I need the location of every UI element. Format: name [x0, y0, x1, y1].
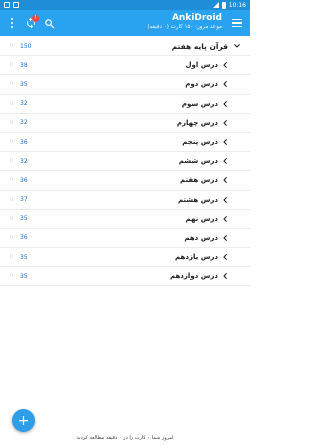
- due-count: 32: [20, 119, 28, 127]
- zero-count: 0: [10, 254, 14, 261]
- due-count: 36: [20, 176, 28, 184]
- zero-count: 0: [10, 273, 14, 280]
- more-options-button[interactable]: [3, 14, 21, 32]
- zero-count: 0: [10, 177, 14, 184]
- zero-count: 0: [10, 119, 14, 126]
- due-count: 32: [20, 100, 28, 108]
- plus-icon: +: [17, 412, 30, 429]
- zero-count: 0: [10, 215, 14, 222]
- deck-row[interactable]: 0 150 قرآن پایه هفتم: [0, 37, 250, 57]
- deck-name: درس پنجم: [182, 138, 218, 147]
- zero-count: 0: [10, 81, 14, 88]
- due-count: 32: [20, 157, 28, 165]
- title-block: AnkiDroid موعد مرور: ۱۵۰ کارت (۰ دقیقه): [147, 13, 222, 30]
- due-count: 150: [20, 42, 32, 50]
- deck-row[interactable]: 0 35 درس یازدهم: [0, 248, 250, 268]
- deck-name: قرآن پایه هفتم: [171, 41, 228, 51]
- status-time: 10:16: [228, 1, 246, 9]
- chevron-down-icon[interactable]: [232, 41, 242, 51]
- due-count: 35: [20, 272, 28, 280]
- deck-name: درس دهم: [184, 233, 218, 242]
- download-icon: [13, 2, 19, 8]
- due-count: 36: [20, 138, 28, 146]
- chevron-left-icon[interactable]: [220, 137, 230, 147]
- signal-icon: [212, 2, 219, 8]
- deck-name: درس یازدهم: [175, 253, 218, 262]
- deck-list: 0 150 قرآن پایه هفتم 0 38 درس اول 0 35 درس دوم 0 3…: [0, 37, 250, 287]
- deck-name: درس ششم: [178, 157, 218, 166]
- deck-row[interactable]: 0 35 درس دوازدهم: [0, 267, 250, 287]
- sync-button[interactable]: !: [22, 14, 40, 32]
- deck-row[interactable]: 0 32 درس چهارم: [0, 114, 250, 133]
- status-bar: 10:16: [0, 0, 250, 10]
- deck-name: درس هشتم: [177, 195, 218, 204]
- due-count: 35: [20, 80, 28, 88]
- deck-name: درس نهم: [185, 214, 218, 223]
- zero-count: 0: [10, 196, 14, 203]
- deck-row[interactable]: 0 36 درس هفتم: [0, 171, 250, 191]
- more-vert-icon: [11, 17, 13, 29]
- chevron-left-icon[interactable]: [220, 195, 230, 205]
- chevron-left-icon[interactable]: [220, 175, 230, 185]
- battery-icon: [221, 1, 226, 9]
- study-summary-footer: امروز شما ۰ کارت را در ۰ دقیقه مطالعه کر…: [76, 435, 174, 441]
- deck-row[interactable]: 0 35 درس نهم: [0, 210, 250, 229]
- deck-name: درس چهارم: [176, 118, 218, 127]
- deck-row[interactable]: 0 35 درس دوم: [0, 75, 250, 95]
- due-count: 36: [20, 234, 28, 242]
- due-count: 38: [20, 61, 28, 69]
- due-count: 35: [20, 215, 28, 223]
- deck-name: درس اول: [185, 61, 218, 70]
- deck-name: درس دوازدهم: [169, 272, 218, 281]
- add-fab-button[interactable]: +: [12, 409, 35, 432]
- app-bar: ! AnkiDroid موعد مرور: ۱۵۰ کارت (۰ دقیقه…: [0, 10, 250, 36]
- due-count: 35: [20, 253, 28, 261]
- chevron-left-icon[interactable]: [220, 79, 230, 89]
- search-button[interactable]: [40, 14, 58, 32]
- chevron-left-icon[interactable]: [220, 60, 230, 70]
- due-count: 37: [20, 196, 28, 204]
- search-icon: [44, 18, 54, 28]
- chevron-left-icon[interactable]: [220, 271, 230, 281]
- zero-count: 0: [10, 100, 14, 107]
- deck-row[interactable]: 0 36 درس دهم: [0, 229, 250, 249]
- app-subtitle: موعد مرور: ۱۵۰ کارت (۰ دقیقه): [147, 24, 222, 30]
- zero-count: 0: [10, 62, 14, 69]
- chevron-left-icon[interactable]: [220, 233, 230, 243]
- zero-count: 0: [10, 234, 14, 241]
- zero-count: 0: [10, 43, 14, 50]
- deck-row[interactable]: 0 32 درس سوم: [0, 95, 250, 114]
- deck-name: درس هفتم: [180, 176, 218, 185]
- app-title: AnkiDroid: [171, 13, 222, 23]
- deck-row[interactable]: 0 37 درس هشتم: [0, 191, 250, 210]
- notification-icon: [4, 2, 10, 8]
- chevron-left-icon[interactable]: [220, 99, 230, 109]
- navigation-drawer-button[interactable]: [228, 14, 246, 32]
- chevron-left-icon[interactable]: [220, 214, 230, 224]
- menu-icon: [232, 18, 242, 28]
- deck-name: درس سوم: [181, 99, 218, 108]
- chevron-left-icon[interactable]: [220, 156, 230, 166]
- zero-count: 0: [10, 139, 14, 146]
- deck-name: درس دوم: [185, 80, 218, 89]
- chevron-left-icon[interactable]: [220, 252, 230, 262]
- deck-row[interactable]: 0 38 درس اول: [0, 56, 250, 76]
- zero-count: 0: [10, 158, 14, 165]
- deck-row[interactable]: 0 32 درس ششم: [0, 152, 250, 172]
- chevron-left-icon[interactable]: [220, 118, 230, 128]
- deck-row[interactable]: 0 36 درس پنجم: [0, 133, 250, 153]
- sync-badge: !: [32, 15, 39, 22]
